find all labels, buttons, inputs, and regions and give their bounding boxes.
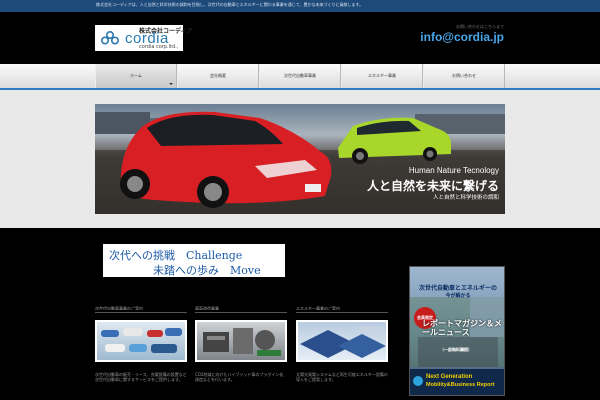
challenge-line-1: 次代への挑戦 Challenge (109, 249, 243, 262)
nav-item-label: 会社概要 (210, 73, 226, 78)
logo-corp-name: cordia corp.ltd., (139, 44, 179, 50)
report-logo-icon (413, 376, 423, 386)
report-magazine-ad[interactable]: 次世代自動車とエネルギーの 今が解かる 会員限定 レポートマガジン＆メールニュー… (409, 266, 505, 396)
challenge-banner[interactable]: 次代への挑戦 Challenge 未踏への歩み Move (103, 244, 285, 277)
feature-conversion: 車両改造事業 CO2削減に向けたハイブリッド車のプラグイン化改造などを行います。 (195, 306, 287, 382)
red-car (120, 111, 332, 208)
top-strip: 株式会社コーディアは、人と自然と科学技術の調和を目指し、次世代の自動車とエネルギ… (0, 0, 600, 12)
solar-panels-image (300, 326, 386, 358)
nav-item-home[interactable]: ホーム (95, 64, 177, 88)
dropdown-caret-icon (169, 83, 173, 85)
feature-title: 車両改造事業 (195, 306, 219, 310)
feature-title: 次世代自動車事業のご案内 (95, 306, 143, 310)
ad-note: （一部無料購読） (440, 347, 472, 352)
feature-description: 太陽光発電システムなど再生可能エネルギー設備の導入をご提案します。 (296, 372, 388, 382)
feature-thumbnail[interactable] (95, 320, 187, 362)
ad-title: 次世代自動車とエネルギーの (418, 285, 497, 292)
ad-footer: Next Generation Mobility&Business Report (410, 369, 504, 395)
nav-item-energy[interactable]: エネルギー事業 (341, 64, 423, 88)
nav-item-label: ホーム (130, 73, 142, 78)
feature-thumbnail[interactable] (296, 320, 388, 362)
email-link[interactable]: info@cordia.jp (420, 30, 504, 44)
logo-mark-icon (100, 30, 120, 45)
nav-item-label: お問い合わせ (452, 73, 476, 78)
nav-item-contact[interactable]: お問い合わせ (423, 64, 505, 88)
nav-item-label: エネルギー事業 (368, 73, 396, 78)
nav-menu: ホーム 会社概要 次世代自動車事業 エネルギー事業 お問い合わせ (95, 64, 505, 88)
hero-band: Human Nature Tecnology 人と自然を未来に繋げる 人と自然と… (0, 90, 600, 228)
global-nav: ホーム 会社概要 次世代自動車事業 エネルギー事業 お問い合わせ (0, 64, 600, 90)
feature-divider (296, 312, 388, 313)
feature-description: 次世代自動車の販売・リース、充電設備の設置など次世代自動車に関するサービスをご提… (95, 372, 187, 382)
hero-subtitle-jp: 人と自然と科学技術の調和 (432, 195, 499, 201)
feature-title: エネルギー事業のご案内 (296, 306, 340, 310)
feature-energy: エネルギー事業のご案内 太陽光発電システムなど再生可能エネルギー設備の導入をご提… (296, 306, 388, 382)
feature-divider (95, 312, 187, 313)
feature-thumbnail[interactable] (195, 320, 287, 362)
challenge-line-2: 未踏への歩み Move (153, 264, 261, 277)
ad-footer-line-2: Mobility&Business Report (426, 382, 495, 388)
ad-headline: レポートマガジン＆メールニュース (422, 319, 502, 337)
feature-description: CO2削減に向けたハイブリッド車のプラグイン化改造などを行います。 (195, 372, 284, 382)
hero-subtitle-en: Human Nature Tecnology (408, 166, 499, 175)
hero-slideshow[interactable]: Human Nature Tecnology 人と自然を未来に繋げる 人と自然と… (95, 104, 505, 214)
company-logo[interactable]: 株式会社コーディア cordia cordia corp.ltd., (95, 25, 193, 51)
engine-parts-image (203, 328, 281, 356)
car-lineup-image (101, 328, 182, 353)
nav-item-vehicles[interactable]: 次世代自動車事業 (259, 64, 341, 88)
hero-headline: 人と自然を未来に繋げる (366, 179, 499, 193)
feature-divider (195, 312, 287, 313)
feature-vehicles: 次世代自動車事業のご案内 次世代自動車の販売・リース、充電設備の設置など次世代自… (95, 306, 187, 382)
ad-footer-line-1: Next Generation (426, 374, 473, 380)
site-header: 株式会社コーディア cordia cordia corp.ltd., お問い合わ… (0, 12, 600, 64)
nav-item-label: 次世代自動車事業 (284, 73, 316, 78)
ad-subtitle: 今が解かる (445, 293, 471, 299)
nav-item-company[interactable]: 会社概要 (177, 64, 259, 88)
site-tagline: 株式会社コーディアは、人と自然と科学技術の調和を目指し、次世代の自動車とエネルギ… (96, 2, 364, 7)
